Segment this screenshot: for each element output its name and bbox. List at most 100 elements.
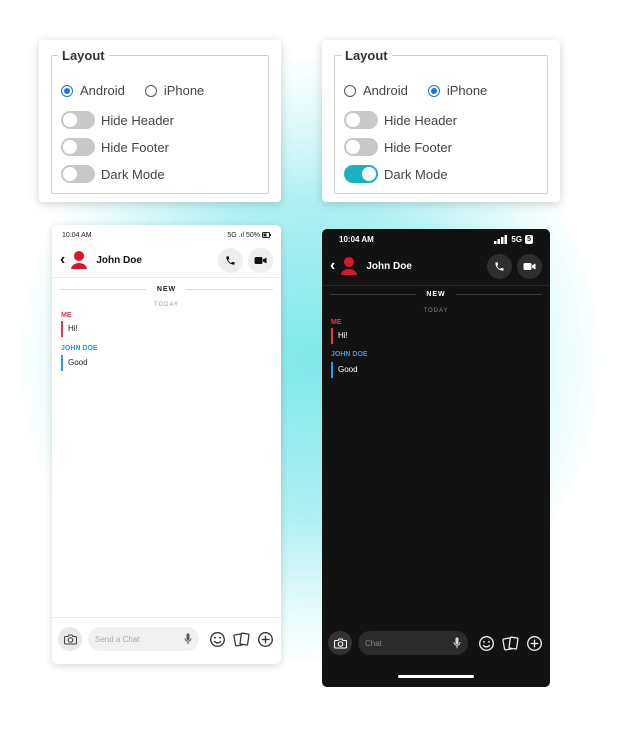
chat-footer: Send a Chat bbox=[58, 627, 275, 651]
layout-legend: Layout bbox=[345, 48, 388, 63]
home-indicator[interactable] bbox=[398, 675, 474, 678]
today-label: TODAY bbox=[153, 302, 180, 308]
radio-iphone-label: iPhone bbox=[446, 83, 488, 98]
new-divider-line-left bbox=[60, 289, 147, 290]
video-call-button[interactable] bbox=[248, 247, 273, 273]
toggle-hide-header-label: Hide Header bbox=[384, 112, 457, 128]
video-camera-icon bbox=[254, 256, 267, 264]
toggle-dark-mode[interactable] bbox=[61, 165, 95, 183]
toggle-dark-mode-label: Dark Mode bbox=[384, 166, 448, 182]
radio-android[interactable]: Android bbox=[344, 83, 408, 98]
layout-fieldset: Layout Android iPhone Hide Header Hide F… bbox=[51, 48, 269, 194]
avatar[interactable] bbox=[69, 250, 89, 270]
new-messages-divider: NEW bbox=[60, 286, 273, 293]
contact-name: John Doe bbox=[96, 254, 142, 266]
camera-button[interactable] bbox=[328, 631, 352, 655]
signal-icon bbox=[494, 234, 508, 244]
add-button[interactable] bbox=[524, 633, 544, 653]
toggle-hide-header[interactable] bbox=[344, 111, 378, 129]
avatar[interactable] bbox=[339, 256, 359, 276]
chat-input[interactable]: Chat bbox=[358, 631, 468, 655]
microphone-icon[interactable] bbox=[453, 637, 461, 649]
stickers-button[interactable] bbox=[231, 629, 251, 649]
radio-iphone-button[interactable] bbox=[144, 84, 157, 97]
radio-iphone[interactable]: iPhone bbox=[427, 83, 488, 98]
toggle-hide-header-row: Hide Header bbox=[61, 111, 174, 129]
status-bar: 10:04 AM 5G 5 bbox=[322, 232, 550, 246]
iphone-phone-preview: 10:04 AM 5G 5 ‹ John Doe NEW TODAY ME Hi… bbox=[322, 229, 550, 687]
call-button[interactable] bbox=[218, 247, 243, 273]
new-divider-line-right bbox=[186, 289, 273, 290]
toggle-hide-footer-row: Hide Footer bbox=[61, 138, 169, 156]
contact-name: John Doe bbox=[366, 260, 412, 272]
radio-iphone[interactable]: iPhone bbox=[144, 83, 204, 98]
chat-header: ‹ John Doe bbox=[52, 245, 281, 275]
toggle-dark-mode[interactable] bbox=[344, 165, 378, 183]
battery-icon: 5 bbox=[525, 234, 533, 244]
back-chevron-icon[interactable]: ‹ bbox=[60, 251, 65, 269]
toggle-hide-footer-row: Hide Footer bbox=[344, 138, 452, 156]
camera-button[interactable] bbox=[58, 627, 82, 651]
sender-me: ME bbox=[61, 312, 72, 319]
emoji-button[interactable] bbox=[476, 633, 496, 653]
radio-android-button[interactable] bbox=[61, 84, 73, 97]
microphone-icon[interactable] bbox=[184, 633, 192, 645]
header-divider bbox=[52, 277, 281, 278]
status-network: 5G bbox=[511, 234, 523, 244]
toggle-hide-footer[interactable] bbox=[61, 138, 95, 156]
call-button[interactable] bbox=[487, 253, 512, 279]
layout-settings-panel-android: Layout Android iPhone Hide Header Hide F… bbox=[39, 40, 281, 202]
android-phone-preview: 10:04 AM 5G .ıl 50% ‹ John Doe NEW TODAY… bbox=[52, 225, 281, 664]
radio-android[interactable]: Android bbox=[61, 83, 125, 98]
chat-input-placeholder: Chat bbox=[365, 638, 382, 648]
video-call-button[interactable] bbox=[517, 253, 542, 279]
cards-icon bbox=[232, 632, 250, 647]
radio-android-button[interactable] bbox=[344, 84, 356, 97]
toggle-dark-mode-row: Dark Mode bbox=[61, 165, 165, 183]
sender-me: ME bbox=[331, 319, 342, 326]
radio-iphone-button[interactable] bbox=[427, 84, 440, 97]
radio-android-label: Android bbox=[363, 83, 408, 98]
toggle-hide-footer-label: Hide Footer bbox=[101, 139, 169, 155]
toggle-dark-mode-label: Dark Mode bbox=[101, 166, 165, 182]
add-button[interactable] bbox=[255, 629, 275, 649]
emoji-button[interactable] bbox=[207, 629, 227, 649]
new-messages-divider: NEW bbox=[330, 291, 542, 298]
status-battery-level: 5 bbox=[527, 235, 531, 243]
new-label: NEW bbox=[156, 286, 177, 293]
cards-icon bbox=[501, 636, 519, 651]
smiley-icon bbox=[478, 635, 494, 651]
message-john-doe: Good bbox=[331, 362, 358, 378]
today-label: TODAY bbox=[423, 308, 449, 314]
toggle-hide-footer-label: Hide Footer bbox=[384, 139, 452, 155]
stickers-button[interactable] bbox=[500, 633, 520, 653]
chat-footer: Chat bbox=[328, 631, 544, 655]
new-divider-line-right bbox=[455, 294, 542, 295]
smiley-icon bbox=[209, 631, 225, 647]
status-time: 10:04 AM bbox=[339, 234, 374, 244]
video-camera-icon bbox=[523, 262, 536, 270]
status-bar: 10:04 AM 5G .ıl 50% bbox=[52, 228, 281, 242]
phone-icon bbox=[495, 261, 504, 271]
chat-input[interactable]: Send a Chat bbox=[88, 627, 199, 651]
new-divider-line-left bbox=[330, 294, 417, 295]
chat-header: ‹ John Doe bbox=[322, 251, 550, 281]
chat-input-placeholder: Send a Chat bbox=[95, 634, 140, 644]
status-signal-battery: 5G .ıl 50% bbox=[227, 231, 260, 239]
back-chevron-icon[interactable]: ‹ bbox=[330, 257, 335, 275]
layout-fieldset: Layout Android iPhone Hide Header Hide F… bbox=[334, 48, 548, 194]
toggle-hide-footer[interactable] bbox=[344, 138, 378, 156]
header-divider bbox=[322, 285, 550, 286]
toggle-hide-header-row: Hide Header bbox=[344, 111, 457, 129]
platform-radio-group: Android iPhone bbox=[344, 83, 487, 98]
plus-circle-icon bbox=[526, 635, 542, 651]
layout-legend: Layout bbox=[62, 48, 105, 63]
radio-android-label: Android bbox=[80, 83, 125, 98]
toggle-hide-header[interactable] bbox=[61, 111, 95, 129]
phone-icon bbox=[226, 255, 235, 265]
new-label: NEW bbox=[426, 291, 446, 298]
sender-john-doe: JOHN DOE bbox=[331, 351, 368, 358]
platform-radio-group: Android iPhone bbox=[61, 83, 204, 98]
camera-icon bbox=[333, 637, 347, 649]
message-me: Hi! bbox=[61, 321, 78, 337]
